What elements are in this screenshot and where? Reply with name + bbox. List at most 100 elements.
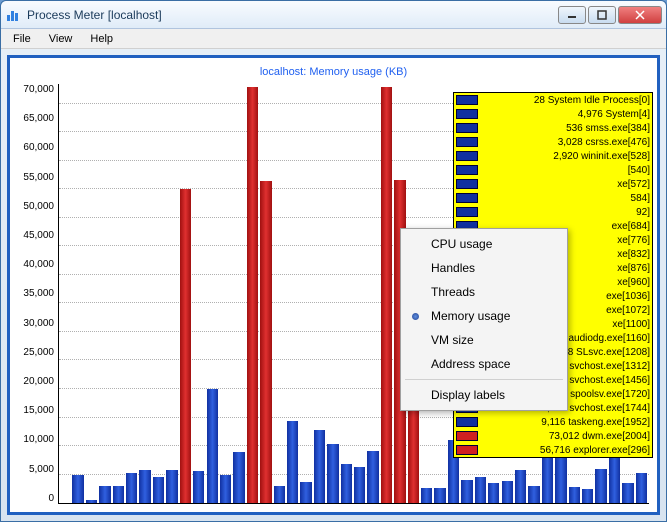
bar[interactable] [434,488,445,503]
bar[interactable] [609,457,620,503]
legend-row[interactable]: [540] [454,163,652,177]
legend-label: 584] [482,193,650,204]
titlebar[interactable]: Process Meter [localhost] [1,1,666,29]
bar[interactable] [636,473,647,503]
bar[interactable] [488,483,499,503]
bar[interactable] [300,482,311,503]
y-tick-label: 60,000 [23,142,54,153]
bar[interactable] [220,475,231,504]
legend-row[interactable]: 92] [454,205,652,219]
y-tick-label: 10,000 [23,434,54,445]
bar[interactable] [528,486,539,503]
bar[interactable] [367,451,378,503]
bar[interactable] [260,181,271,503]
y-tick-label: 30,000 [23,318,54,329]
legend-swatch [456,109,478,119]
y-tick-label: 55,000 [23,172,54,183]
ctx-threads[interactable]: Threads [403,280,565,304]
bar[interactable] [166,470,177,503]
legend-row[interactable]: 536 smss.exe[384] [454,121,652,135]
ctx-display-labels[interactable]: Display labels [403,383,565,407]
legend-label: 4,976 System[4] [482,109,650,120]
menu-help[interactable]: Help [82,31,121,47]
y-tick-label: 25,000 [23,347,54,358]
bar[interactable] [515,470,526,503]
bar[interactable] [86,500,97,503]
y-tick-label: 0 [48,493,54,504]
y-tick-label: 50,000 [23,201,54,212]
y-tick-label: 35,000 [23,288,54,299]
legend-row[interactable]: xe[572] [454,177,652,191]
app-icon [5,7,21,23]
close-button[interactable] [618,6,662,24]
legend-swatch [456,95,478,105]
bar[interactable] [126,473,137,503]
window-title: Process Meter [localhost] [27,8,558,22]
ctx-vm-size[interactable]: VM size [403,328,565,352]
legend-swatch [456,417,478,427]
legend-row[interactable]: 56,716 explorer.exe[296] [454,443,652,457]
ctx-address-space[interactable]: Address space [403,352,565,376]
bar[interactable] [247,87,258,503]
legend-swatch [456,431,478,441]
bar[interactable] [287,421,298,503]
maximize-button[interactable] [588,6,616,24]
ctx-cpu-usage[interactable]: CPU usage [403,232,565,256]
bar[interactable] [421,488,432,503]
bar[interactable] [193,471,204,503]
ctx-handles[interactable]: Handles [403,256,565,280]
legend-swatch [456,193,478,203]
bar[interactable] [582,489,593,503]
bar[interactable] [475,477,486,503]
legend-row[interactable]: 73,012 dwm.exe[2004] [454,429,652,443]
bar[interactable] [139,470,150,503]
legend-row[interactable]: 2,920 wininit.exe[528] [454,149,652,163]
legend-label: [540] [482,165,650,176]
menu-file[interactable]: File [5,31,39,47]
bar[interactable] [502,481,513,503]
menubar: File View Help [1,29,666,49]
y-tick-label: 70,000 [23,84,54,95]
context-menu: CPU usage Handles Threads Memory usage V… [400,228,568,411]
legend-row[interactable]: 9,116 taskeng.exe[1952] [454,415,652,429]
bar[interactable] [381,87,392,503]
legend-swatch [456,165,478,175]
legend-swatch [456,137,478,147]
y-tick-label: 65,000 [23,113,54,124]
bar[interactable] [72,475,83,503]
legend-label: 28 System Idle Process[0] [482,95,650,106]
chart-title: localhost: Memory usage (KB) [18,66,649,78]
client-area: localhost: Memory usage (KB) 70,000 65,00… [1,49,666,521]
bar[interactable] [461,480,472,503]
bar[interactable] [354,467,365,503]
chart-frame: localhost: Memory usage (KB) 70,000 65,00… [7,55,660,515]
bar[interactable] [595,469,606,503]
bar[interactable] [99,486,110,503]
bar[interactable] [207,389,218,503]
radio-selected-icon [412,313,419,320]
bar[interactable] [274,486,285,503]
bar[interactable] [569,487,580,503]
legend-label: 536 smss.exe[384] [482,123,650,134]
legend-row[interactable]: 28 System Idle Process[0] [454,93,652,107]
legend-row[interactable]: 3,028 csrss.exe[476] [454,135,652,149]
legend-row[interactable]: 584] [454,191,652,205]
bar[interactable] [314,430,325,503]
bar[interactable] [622,483,633,503]
legend-swatch [456,207,478,217]
app-window: Process Meter [localhost] File View Help… [0,0,667,522]
menu-view[interactable]: View [41,31,81,47]
bar[interactable] [233,452,244,503]
bar[interactable] [327,444,338,503]
bar[interactable] [153,477,164,503]
bar[interactable] [180,189,191,503]
y-tick-label: 5,000 [29,464,54,475]
ctx-memory-usage[interactable]: Memory usage [403,304,565,328]
bar[interactable] [341,464,352,503]
legend-label: 73,012 dwm.exe[2004] [482,431,650,442]
bar[interactable] [113,486,124,503]
y-tick-label: 45,000 [23,230,54,241]
legend-row[interactable]: 4,976 System[4] [454,107,652,121]
minimize-button[interactable] [558,6,586,24]
legend-label: xe[572] [482,179,650,190]
